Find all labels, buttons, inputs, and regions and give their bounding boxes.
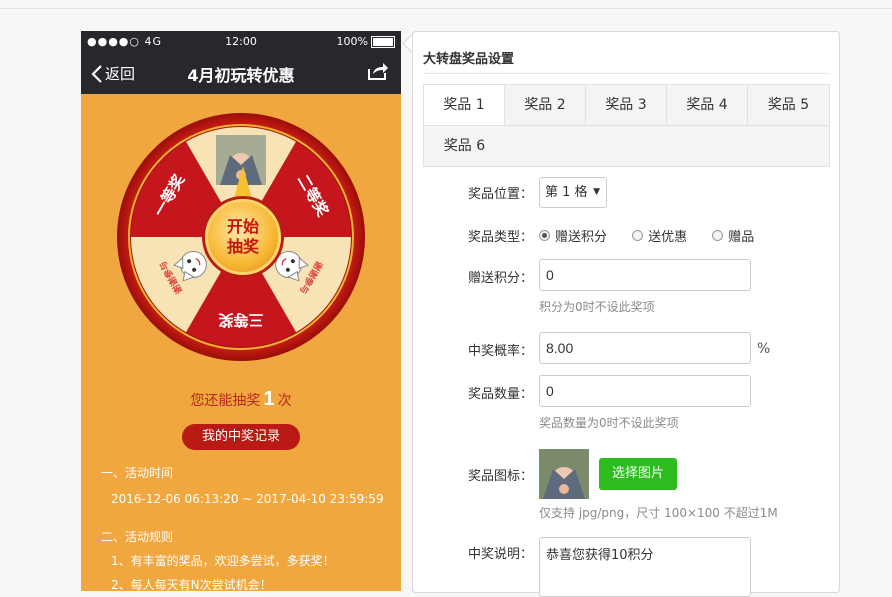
prize-settings-panel: 大转盘奖品设置 奖品 1 奖品 2 奖品 3 奖品 4 奖品 5 奖品 6 奖品… — [412, 31, 840, 597]
top-divider — [0, 8, 892, 9]
type-radio-coupon[interactable]: 送优惠 — [632, 226, 687, 245]
rules-section-rules: 二、活动规则 — [101, 530, 174, 544]
probability-label: 中奖概率： — [467, 344, 533, 359]
battery-percent: 100% — [336, 35, 368, 48]
quantity-hint: 奖品数量为0时不设此奖项 — [539, 416, 679, 430]
radio-label: 送优惠 — [648, 230, 688, 245]
points-input[interactable]: 0 — [539, 259, 751, 291]
radio-label: 赠品 — [728, 230, 755, 245]
points-label: 赠送积分： — [467, 271, 533, 286]
panel-divider — [423, 73, 829, 74]
remaining-draws: 您还能抽奖 1 次 — [81, 388, 401, 411]
wheel-pointer — [233, 166, 253, 202]
choose-image-button[interactable]: 选择图片 — [599, 458, 677, 490]
tab-prize-3[interactable]: 奖品 3 — [586, 85, 667, 125]
tab-prize-2[interactable]: 奖品 2 — [505, 85, 586, 125]
type-radio-group: 赠送积分 送优惠 赠品 — [539, 226, 774, 245]
remain-suffix: 次 — [277, 393, 292, 409]
start-label-1: 开始 — [226, 217, 259, 236]
position-label: 奖品位置： — [467, 187, 533, 202]
battery-indicator: 100% — [337, 35, 395, 48]
description-label: 中奖说明： — [467, 547, 533, 562]
rule-item: 1、有丰富的奖品，欢迎多尝试，多获奖！ — [111, 554, 335, 568]
panel-title: 大转盘奖品设置 — [423, 52, 515, 67]
radio-unchecked-icon — [632, 230, 644, 241]
remain-count: 1 — [263, 388, 275, 410]
start-label-2: 抽奖 — [226, 237, 259, 256]
start-lottery-button[interactable]: 开始 抽奖 — [205, 199, 281, 275]
tab-prize-4[interactable]: 奖品 4 — [667, 85, 748, 125]
tab-prize-1[interactable]: 奖品 1 — [424, 85, 505, 125]
prize-icon-preview — [539, 449, 589, 499]
type-radio-gift[interactable]: 赠品 — [712, 226, 754, 245]
type-label: 奖品类型： — [467, 230, 533, 245]
status-bar: ●●●●○ 4G 12:00 100% — [81, 31, 401, 51]
lottery-wheel: 一等奖 二等奖 谢谢参与 三等奖 谢谢参与 开始 抽奖 — [115, 111, 367, 363]
tab-prize-6[interactable]: 奖品 6 — [424, 126, 505, 166]
remain-prefix: 您还能抽奖 — [190, 393, 261, 409]
page-title: 4月初玩转优惠 — [187, 66, 295, 85]
probability-input[interactable]: 8.00 — [539, 332, 751, 364]
battery-icon — [371, 35, 395, 48]
position-select[interactable]: 第 1 格 ▼ — [539, 177, 607, 208]
rule-item: 2、每人每天有N次尝试机会！ — [111, 578, 272, 591]
radio-label: 赠送积分 — [555, 230, 608, 245]
nav-bar: 返回 4月初玩转优惠 — [81, 51, 401, 94]
description-textarea[interactable]: 恭喜您获得10积分 — [539, 537, 751, 597]
radio-unchecked-icon — [712, 230, 724, 241]
tab-prize-5[interactable]: 奖品 5 — [748, 85, 829, 125]
my-records-button[interactable]: 我的中奖记录 — [182, 424, 300, 450]
icon-control: 选择图片 — [539, 449, 677, 503]
type-radio-points[interactable]: 赠送积分 — [539, 226, 607, 245]
quantity-input[interactable]: 0 — [539, 375, 751, 407]
chevron-down-icon: ▼ — [593, 187, 600, 197]
wheel-label-prize: 三等奖 — [218, 311, 264, 329]
phone-preview: ●●●●○ 4G 12:00 100% 返回 4月初玩转优惠 一等奖 二等奖 谢… — [81, 31, 401, 591]
percent-unit: % — [757, 341, 771, 357]
position-row: 奖品位置： 第 1 格 ▼ — [413, 177, 839, 208]
rules-section-time: 一、活动时间 — [101, 466, 174, 480]
icon-hint: 仅支持 jpg/png，尺寸 100×100 不超过1M — [539, 506, 778, 520]
activity-time-range: 2016-12-06 06:13:20 ~ 2017-04-10 23:59:5… — [111, 492, 384, 506]
quantity-label: 奖品数量： — [467, 387, 533, 402]
activity-rules: 一、活动时间 2016-12-06 06:13:20 ~ 2017-04-10 … — [101, 463, 384, 591]
radio-checked-icon — [539, 230, 550, 241]
prize-tabs: 奖品 1 奖品 2 奖品 3 奖品 4 奖品 5 奖品 6 — [423, 84, 830, 167]
share-icon[interactable] — [367, 61, 389, 85]
position-value: 第 1 格 — [545, 185, 588, 200]
icon-label: 奖品图标： — [467, 469, 533, 484]
points-hint: 积分为0时不设此奖项 — [539, 300, 655, 314]
